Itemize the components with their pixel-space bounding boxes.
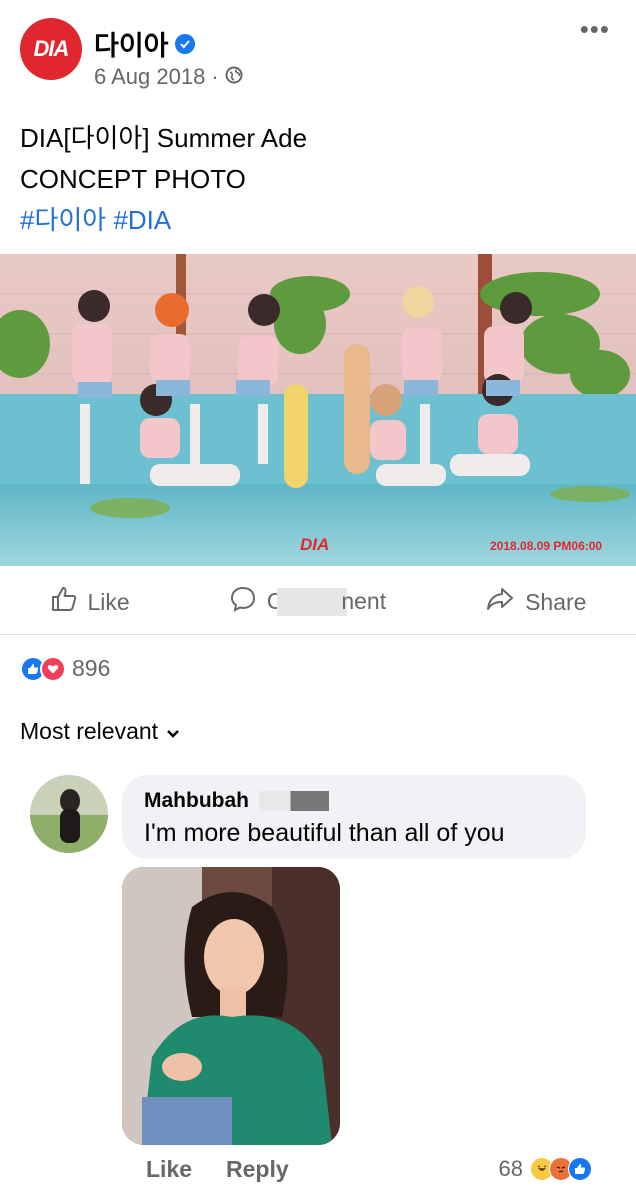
- like-icon: [50, 585, 78, 619]
- comment-button[interactable]: Cnent: [229, 585, 386, 619]
- like-button[interactable]: Like: [50, 585, 130, 619]
- dia-logo: DIA: [33, 36, 70, 61]
- globe-icon: [225, 64, 243, 90]
- page-name-row: 다이아: [94, 24, 195, 63]
- comment-reaction-count: 68: [498, 1156, 523, 1181]
- comment-bubble: Mahbubah I'm more beautiful than all of …: [122, 775, 586, 859]
- sort-label: Most relevant: [20, 718, 159, 744]
- love-reaction-icon: [40, 655, 66, 682]
- commenter-name[interactable]: Mahbubah: [144, 789, 249, 813]
- caption-line-1: DIA[다이아] Summer Ade: [20, 123, 308, 153]
- post-meta: 6 Aug 2018 ·: [94, 64, 243, 90]
- avatar-image: [30, 775, 108, 853]
- share-icon: [485, 585, 515, 619]
- comment-text: I'm more beautiful than all of you: [144, 819, 505, 847]
- share-label: Share: [525, 588, 587, 615]
- reaction-summary[interactable]: 896: [20, 655, 110, 682]
- post-photo[interactable]: DIA 2018.08.09 PM06:00: [0, 254, 636, 566]
- caption-hashtags[interactable]: #다이아 #DIA: [20, 200, 616, 241]
- like-reaction-icon: [568, 1157, 592, 1181]
- comment-photo[interactable]: [122, 867, 340, 1145]
- comment-photo-image: [122, 867, 340, 1145]
- reaction-count: 896: [72, 655, 111, 681]
- comment-actions: Like Reply: [146, 1156, 289, 1183]
- photo-timestamp: 2018.08.09 PM06:00: [490, 539, 602, 553]
- photo-dia-logo: DIA: [300, 535, 329, 554]
- comment-reaction-summary[interactable]: 68: [499, 1156, 592, 1182]
- commenter-name-row: Mahbubah: [144, 789, 329, 813]
- verified-icon: [174, 33, 195, 54]
- post-date[interactable]: 6 Aug 2018: [94, 64, 205, 90]
- comment-icon: [229, 585, 257, 619]
- comment-reaction-icons: [530, 1157, 592, 1181]
- commenter-avatar[interactable]: [30, 775, 108, 853]
- redaction-blur: [259, 791, 329, 811]
- concept-photo-image: DIA 2018.08.09 PM06:00: [0, 254, 636, 566]
- comment-sort-dropdown[interactable]: Most relevant: [20, 718, 180, 745]
- reaction-icons: [20, 655, 66, 682]
- post-action-bar: Like Cnent Share: [0, 570, 636, 635]
- page-avatar[interactable]: DIA: [20, 18, 82, 80]
- share-button[interactable]: Share: [485, 585, 586, 619]
- caption-line-2: CONCEPT PHOTO: [20, 164, 246, 194]
- redaction-blur: [277, 588, 348, 617]
- meta-separator: ·: [211, 64, 219, 89]
- comment-label-end: nent: [341, 587, 387, 614]
- post-caption: DIA[다이아] Summer Ade CONCEPT PHOTO #다이아 #…: [20, 118, 616, 241]
- more-icon[interactable]: •••: [580, 14, 610, 45]
- page-name[interactable]: 다이아: [94, 24, 169, 63]
- comment-label: Cnent: [267, 588, 386, 617]
- chevron-down-icon: [166, 718, 180, 745]
- like-label: Like: [87, 588, 130, 615]
- comment-reply-button[interactable]: Reply: [226, 1156, 289, 1183]
- facebook-post-screen: DIA 다이아 6 Aug 2018 · ••• DIA[다이아] Summer…: [0, 0, 636, 1200]
- comment-like-button[interactable]: Like: [146, 1156, 192, 1183]
- post-header: DIA 다이아 6 Aug 2018 · •••: [0, 0, 636, 110]
